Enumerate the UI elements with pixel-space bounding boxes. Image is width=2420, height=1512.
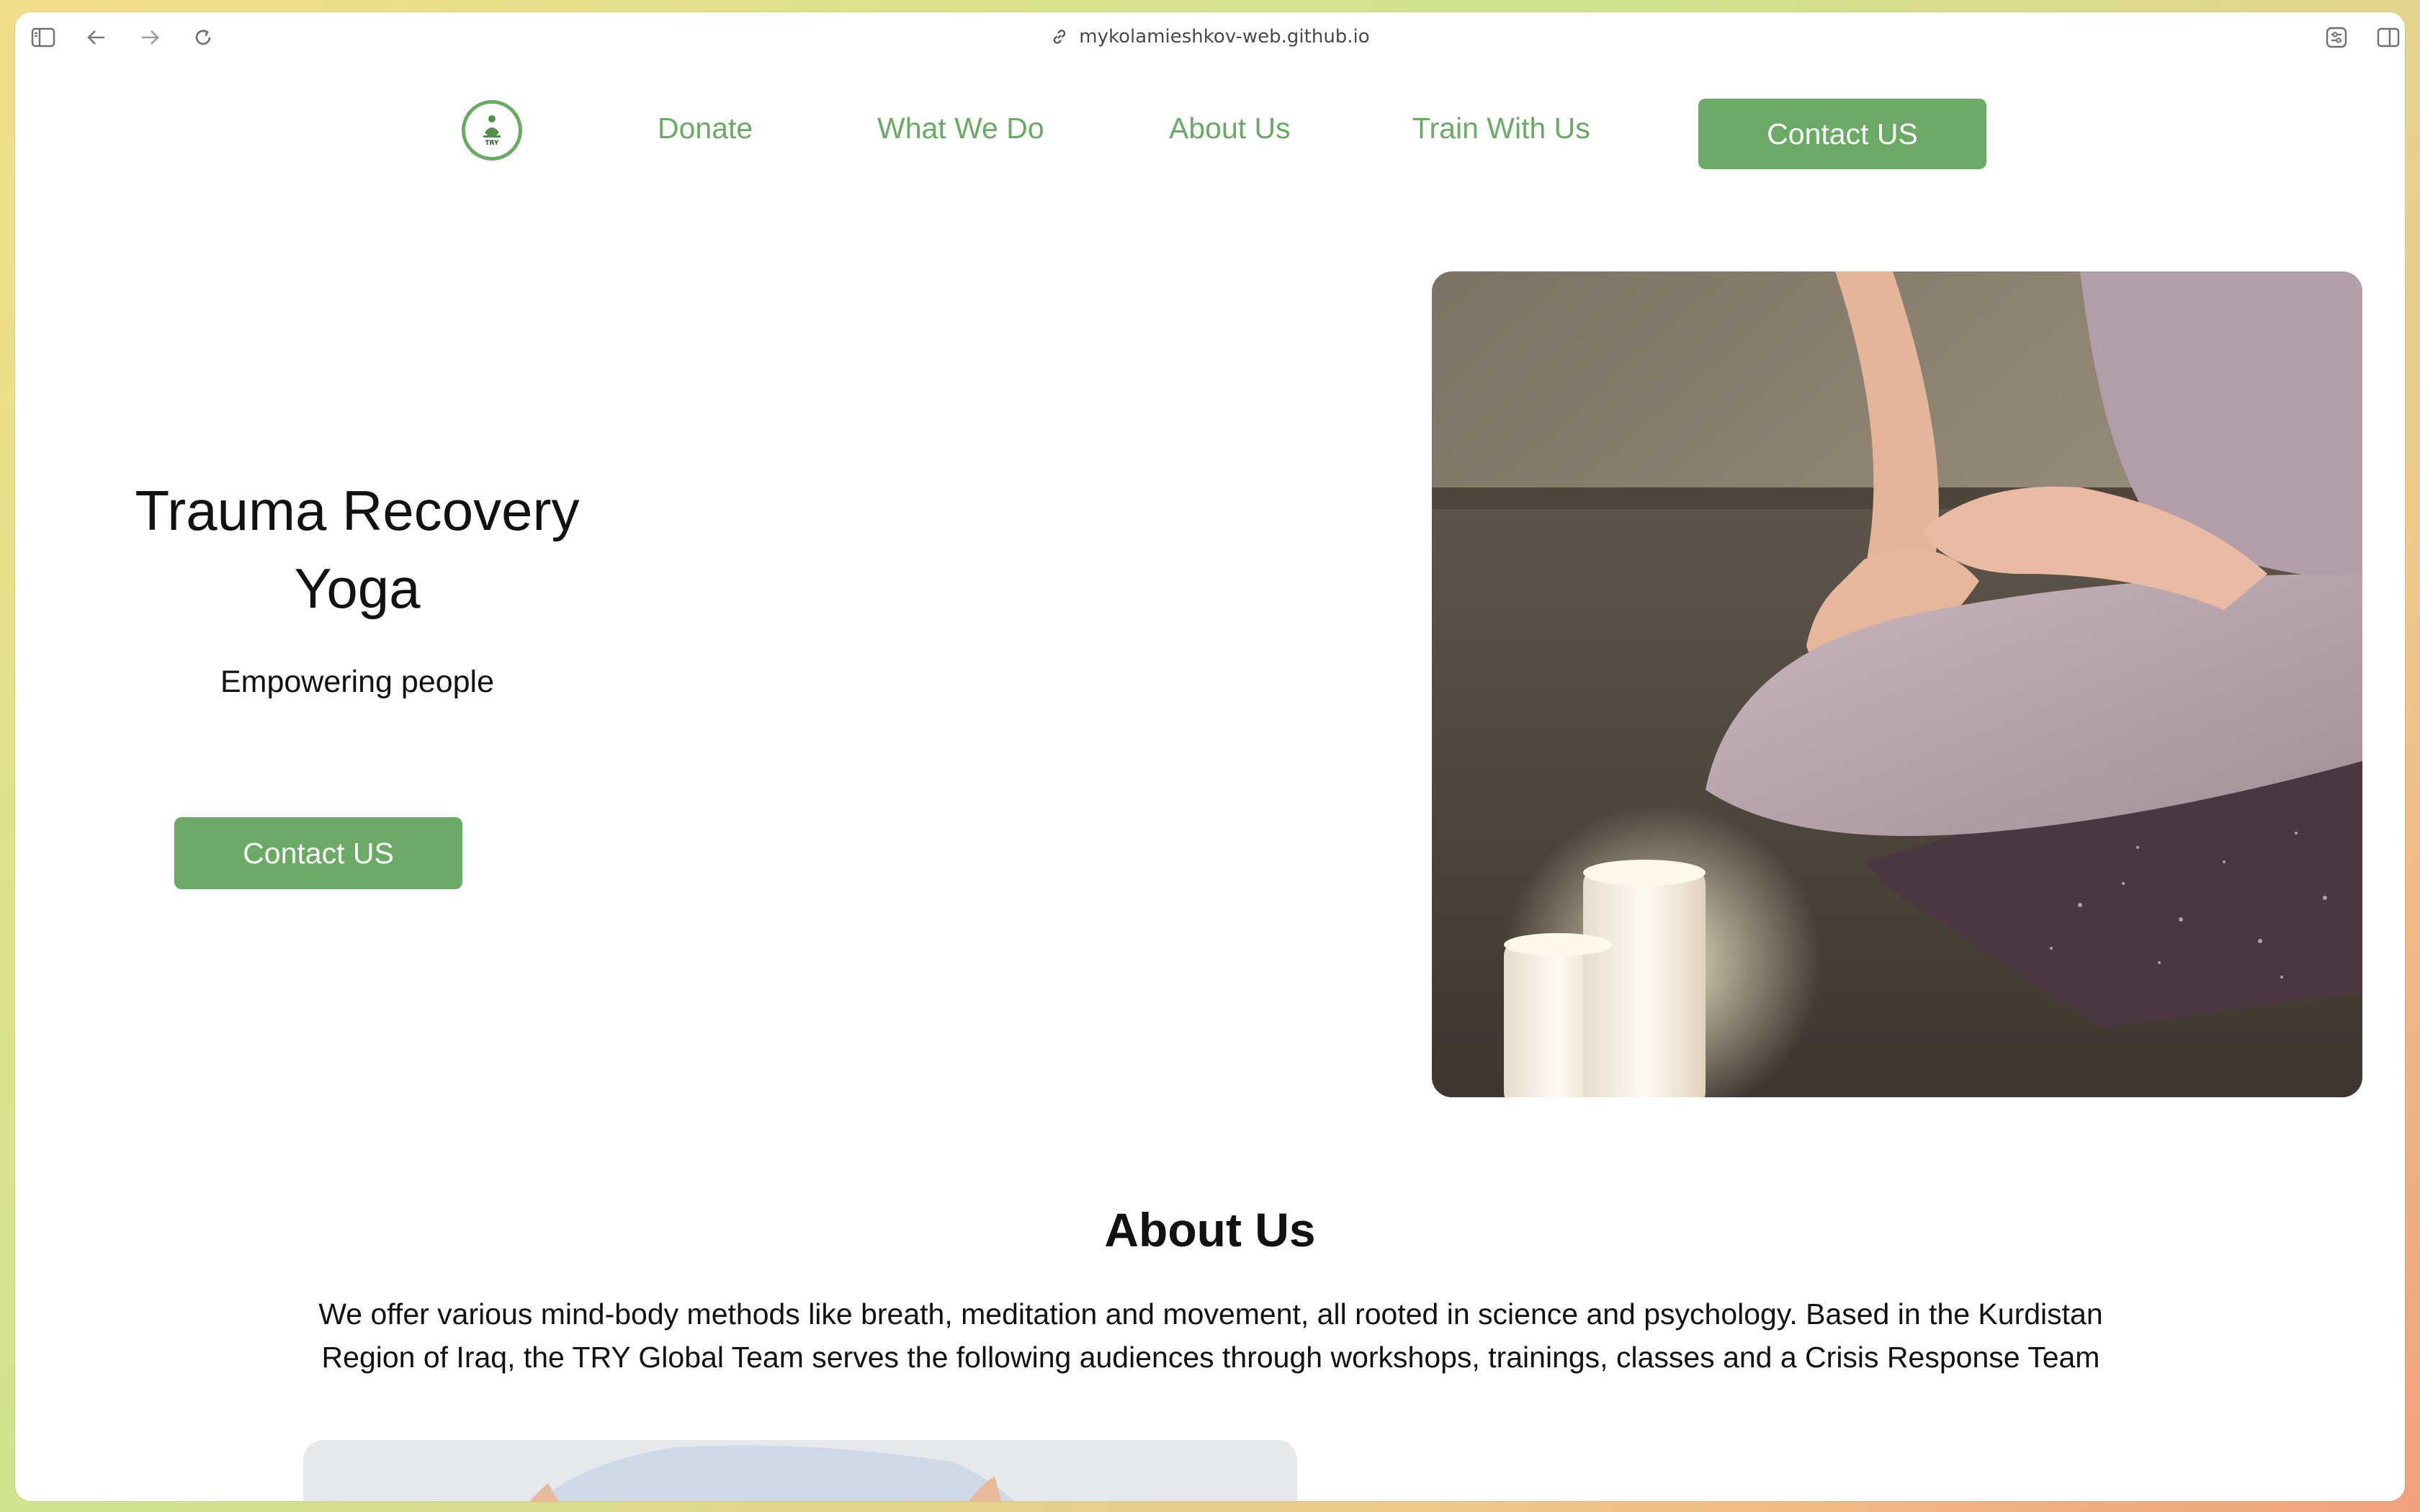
hero-title-line2: Yoga: [294, 557, 421, 620]
sidebar-icon[interactable]: [31, 25, 55, 50]
url-text[interactable]: mykolamieshkov-web.github.io: [1079, 26, 1369, 48]
split-view-icon[interactable]: [2376, 25, 2401, 50]
nav-link-donate[interactable]: Donate: [658, 112, 753, 145]
reload-icon[interactable]: [191, 25, 215, 50]
about-text-line1: We offer various mind-body methods like …: [318, 1297, 2103, 1331]
hero-title-line1: Trauma Recovery: [135, 479, 580, 542]
hero-title: Trauma Recovery Yoga: [94, 472, 620, 627]
forward-arrow-icon[interactable]: [138, 25, 162, 50]
link-icon: [1050, 27, 1069, 46]
address-bar: mykolamieshkov-web.github.io: [15, 12, 2405, 61]
back-arrow-icon[interactable]: [84, 25, 109, 50]
web-page: TRY Donate What We Do About Us Train Wit…: [15, 61, 2405, 1501]
about-image: [303, 1440, 1297, 1501]
extension-icon[interactable]: [2324, 25, 2349, 50]
browser-window: mykolamieshkov-web.github.io TRY Donate …: [15, 12, 2405, 1501]
nav-contact-button[interactable]: Contact US: [1698, 99, 1986, 169]
hero-subtitle: Empowering people: [220, 665, 495, 699]
about-text: We offer various mind-body methods like …: [188, 1292, 2233, 1379]
hero-yoga-image: [1432, 271, 2362, 1097]
nav-link-about-us[interactable]: About Us: [1169, 112, 1291, 145]
site-nav: TRY Donate What We Do About Us Train Wit…: [15, 99, 2405, 171]
nav-link-train-with-us[interactable]: Train With Us: [1412, 112, 1590, 145]
site-logo[interactable]: TRY: [462, 100, 522, 161]
browser-toolbar: mykolamieshkov-web.github.io: [15, 12, 2405, 63]
nav-link-what-we-do[interactable]: What We Do: [877, 112, 1044, 145]
logo-figure-icon: TRY: [483, 115, 501, 147]
svg-text:TRY: TRY: [485, 140, 499, 147]
about-text-line2: Region of Iraq, the TRY Global Team serv…: [321, 1341, 2100, 1374]
hero-contact-button[interactable]: Contact US: [174, 817, 462, 889]
about-title: About Us: [1104, 1203, 1316, 1256]
